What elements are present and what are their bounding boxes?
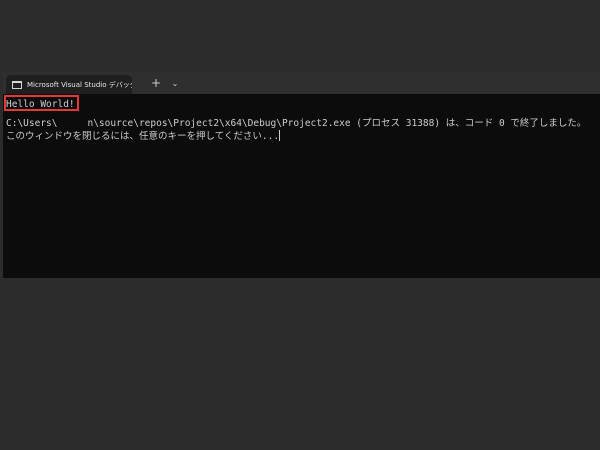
exit-path-rest: n\source\repos\Project2\x64\Debug\Projec…	[87, 118, 587, 129]
chevron-down-icon[interactable]: ⌄	[168, 75, 182, 92]
exit-status-line: C:\Users\ n\source\repos\Project2\x64\Deb…	[6, 117, 600, 130]
tab-title: Microsoft Visual Studio デバッグ	[27, 80, 132, 89]
tab-debug-console[interactable]: Microsoft Visual Studio デバッグ	[6, 75, 132, 94]
terminal-icon	[12, 80, 22, 89]
desktop-background: Microsoft Visual Studio デバッグ + ⌄ Hello W…	[0, 0, 600, 450]
exit-path-prefix: C:\Users\	[6, 118, 58, 129]
console-output[interactable]: Hello World! C:\Users\ n\source\repos\Pro…	[3, 94, 600, 278]
text-cursor	[279, 130, 281, 141]
highlight-box	[4, 95, 79, 111]
press-key-text: このウィンドウを閉じるには、任意のキーを押してください...	[6, 131, 280, 142]
terminal-window: Microsoft Visual Studio デバッグ + ⌄ Hello W…	[3, 72, 600, 278]
press-key-prompt: このウィンドウを閉じるには、任意のキーを押してください...	[6, 130, 600, 143]
program-output-line: Hello World!	[6, 99, 75, 110]
new-tab-button[interactable]: +	[149, 75, 163, 92]
tab-bar: Microsoft Visual Studio デバッグ + ⌄	[3, 72, 600, 94]
